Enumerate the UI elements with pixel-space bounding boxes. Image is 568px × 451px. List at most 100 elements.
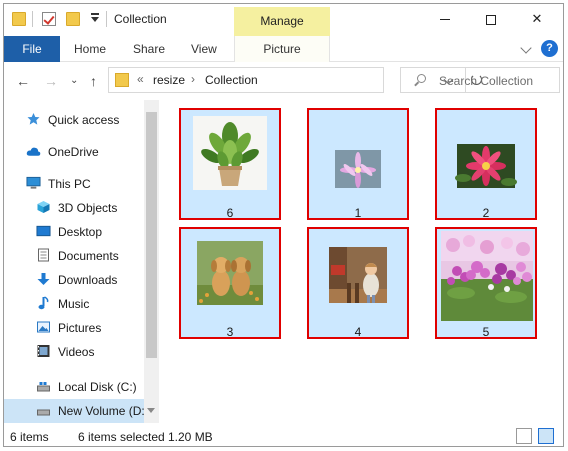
flower-icon (321, 116, 395, 190)
nav-item-this-pc[interactable]: This PC (4, 172, 144, 196)
folder-icon (115, 73, 129, 87)
plant-photo-thumbnail (193, 116, 267, 190)
nav-label: Downloads (58, 273, 118, 287)
back-arrow-icon[interactable]: ← (16, 73, 30, 89)
desktop-icon (36, 225, 51, 237)
tab-manage[interactable]: Manage (234, 7, 330, 36)
details-view-icon[interactable] (516, 428, 532, 444)
scroll-down-arrow-icon[interactable] (147, 408, 155, 413)
minimize-icon (440, 19, 450, 21)
recent-locations-chevron-icon[interactable]: ⌄ (70, 75, 78, 86)
nav-item-videos[interactable]: Videos (4, 340, 144, 364)
tab-view[interactable]: View (191, 36, 217, 62)
child-photo-thumbnail (321, 235, 395, 309)
nav-item-quick-access[interactable]: Quick access (4, 108, 144, 132)
puppies-icon (193, 235, 267, 309)
breadcrumb-collection[interactable]: Collection (205, 73, 258, 87)
nav-label: New Volume (D: (58, 404, 145, 418)
nav-label: This PC (48, 177, 91, 191)
maximize-button[interactable] (468, 4, 514, 34)
pictures-icon (37, 321, 50, 333)
nav-label: Music (58, 297, 90, 311)
search-box[interactable]: Search Collection (400, 67, 560, 93)
help-icon[interactable]: ? (541, 40, 558, 57)
nav-item-local-disk-c[interactable]: Local Disk (C:) (4, 375, 144, 399)
pink-flower-photo-thumbnail (321, 116, 395, 190)
drive-icon (37, 409, 50, 416)
navigation-pane: Quick access OneDrive This PC 3D Objects… (4, 100, 159, 423)
nav-label: OneDrive (48, 145, 99, 159)
item-count: 6 items (10, 430, 49, 444)
computer-icon (26, 176, 41, 189)
forward-arrow-icon[interactable]: → (44, 73, 58, 89)
navigation-bar: ← → ⌄ ↑ « resize › Collection Search Col… (4, 63, 563, 99)
file-tile-5[interactable]: 5 (435, 227, 537, 339)
flower-field-photo-thumbnail (441, 231, 533, 321)
divider (106, 11, 107, 27)
nav-label: Desktop (58, 225, 103, 239)
child-icon (321, 235, 395, 309)
folder-icon[interactable] (12, 12, 26, 26)
star-icon (27, 113, 40, 125)
file-name: 2 (482, 206, 490, 220)
customize-quick-access-icon[interactable] (90, 12, 100, 24)
selection-size: 1.20 MB (168, 430, 213, 444)
document-icon (38, 248, 49, 262)
file-tile-6[interactable]: 6 (179, 108, 281, 220)
tab-home[interactable]: Home (74, 36, 106, 62)
scrollbar-thumb[interactable] (146, 112, 157, 358)
nav-label: 3D Objects (58, 201, 118, 215)
nav-item-desktop[interactable]: Desktop (4, 220, 144, 244)
nav-item-music[interactable]: Music (4, 292, 144, 316)
status-bar: 6 items 6 items selected 1.20 MB (4, 424, 563, 446)
tab-picture-tools[interactable]: Picture Tools (234, 36, 330, 82)
flower-field-icon (441, 231, 533, 321)
file-name: 6 (226, 206, 234, 220)
file-tile-1[interactable]: 1 (307, 108, 409, 220)
up-arrow-icon[interactable]: ↑ (90, 73, 97, 89)
file-list: 6 1 2 3 4 5 (159, 100, 563, 423)
nav-item-onedrive[interactable]: OneDrive (4, 140, 144, 164)
selection-count: 6 items selected (78, 430, 165, 444)
file-name: 4 (354, 325, 362, 339)
flower-icon (449, 116, 523, 190)
plant-icon (193, 116, 267, 190)
nav-item-downloads[interactable]: Downloads (4, 268, 144, 292)
large-icons-view-icon[interactable] (538, 428, 554, 444)
nav-label: Local Disk (C:) (58, 380, 137, 394)
expand-ribbon-chevron-icon[interactable] (520, 42, 532, 54)
nav-item-3d-objects[interactable]: 3D Objects (4, 196, 144, 220)
nav-label: Quick access (48, 113, 120, 127)
nav-item-pictures[interactable]: Pictures (4, 316, 144, 340)
address-overflow[interactable]: « (137, 72, 144, 86)
cube-icon (37, 201, 50, 213)
file-tile-4[interactable]: 4 (307, 227, 409, 339)
cloud-icon (26, 147, 41, 156)
nav-item-documents[interactable]: Documents (4, 244, 144, 268)
red-flower-photo-thumbnail (449, 116, 523, 190)
close-button[interactable]: ✕ (514, 4, 560, 34)
breadcrumb-resize[interactable]: resize (153, 73, 185, 87)
file-name: 3 (226, 325, 234, 339)
minimize-button[interactable] (422, 4, 468, 34)
new-folder-icon[interactable] (66, 12, 80, 26)
properties-check-icon[interactable] (42, 12, 56, 26)
nav-item-new-volume-d[interactable]: New Volume (D: (4, 399, 145, 423)
file-tile-3[interactable]: 3 (179, 227, 281, 339)
close-icon: ✕ (531, 11, 543, 26)
puppies-photo-thumbnail (193, 235, 267, 309)
file-tile-2[interactable]: 2 (435, 108, 537, 220)
breadcrumb-separator: › (191, 72, 195, 86)
window-title: Collection (114, 12, 167, 26)
nav-label: Videos (58, 345, 95, 359)
search-input[interactable]: Search Collection (439, 74, 533, 88)
tab-share[interactable]: Share (133, 36, 165, 62)
address-bar[interactable]: « resize › Collection (108, 67, 482, 93)
search-icon (417, 74, 426, 83)
file-name: 5 (482, 325, 490, 339)
tab-file[interactable]: File (4, 36, 60, 62)
title-bar: Collection Manage ✕ (4, 4, 563, 36)
download-icon (37, 273, 50, 285)
nav-label: Pictures (58, 321, 102, 335)
maximize-icon (486, 14, 496, 25)
